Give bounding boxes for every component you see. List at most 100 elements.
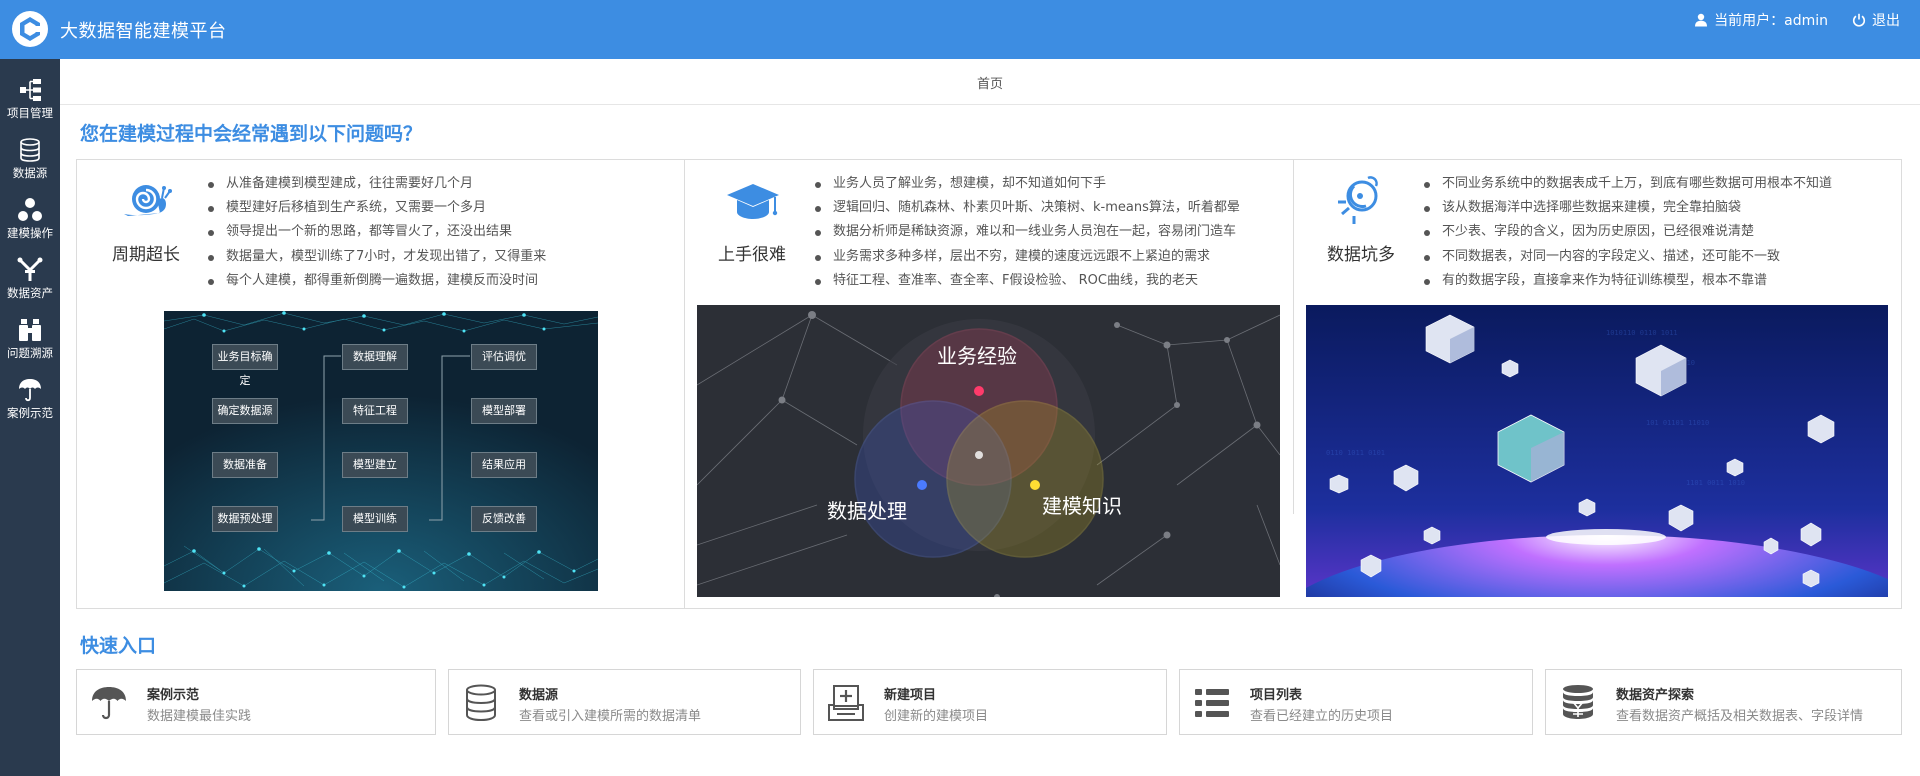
sidebar-item-label: 数据源 bbox=[12, 166, 48, 180]
problems-title: 您在建模过程中会经常遇到以下问题吗？ bbox=[80, 123, 423, 145]
quick-card-desc: 查看或引入建模所需的数据清单 bbox=[519, 709, 702, 724]
svg-text:101 01101 11010: 101 01101 11010 bbox=[1646, 419, 1709, 427]
flow-step: 数据理解 bbox=[342, 344, 408, 370]
venn-label: 业务经验 bbox=[937, 344, 1017, 368]
main-content: 首页 您在建模过程中会经常遇到以下问题吗？ 周期超长 从准备建模到模型建成，往往… bbox=[60, 59, 1920, 776]
quick-entry-title: 快速入口 bbox=[80, 635, 157, 657]
list-item: 逻辑回归、随机森林、朴素贝叶斯、决策树、k-means算法，听着都晕 bbox=[815, 196, 1240, 220]
power-icon bbox=[1852, 13, 1866, 27]
binoculars-icon bbox=[19, 319, 41, 341]
quick-card-title: 案例示范 bbox=[147, 688, 200, 703]
problems-panel: 周期超长 从准备建模到模型建成，往往需要好几个月 模型建好后移植到生产系统，又需… bbox=[76, 159, 1902, 609]
flow-step: 模型训练 bbox=[342, 506, 408, 532]
data-cubes-illustration: 1010110 0110 1011 0101 1101 0010 101 011… bbox=[1306, 305, 1888, 597]
list-item: 每个人建模，都得重新倒腾一遍数据，建模反而没时间 bbox=[208, 269, 546, 293]
problem-column-cycle: 周期超长 从准备建模到模型建成，往往需要好几个月 模型建好后移植到生产系统，又需… bbox=[77, 160, 684, 608]
quick-card-desc: 查看数据资产概括及相关数据表、字段详情 bbox=[1616, 709, 1864, 724]
venn-diagram-image: 业务经验 数据处理 建模知识 bbox=[697, 305, 1280, 597]
flow-step: 结果应用 bbox=[471, 452, 537, 478]
sidebar-item-datasource[interactable]: 数据源 bbox=[0, 131, 60, 187]
new-project-icon bbox=[828, 685, 864, 721]
svg-text:0110 1011 0101: 0110 1011 0101 bbox=[1326, 449, 1385, 457]
sidebar-item-label: 案例示范 bbox=[7, 406, 53, 420]
flow-step: 模型部署 bbox=[471, 398, 537, 424]
sidebar-item-label: 问题溯源 bbox=[7, 346, 53, 360]
sidebar-item-label: 建模操作 bbox=[7, 226, 53, 240]
logo-icon bbox=[12, 11, 48, 47]
list-item: 不同数据表，对同一内容的字段定义、描述，还可能不一致 bbox=[1424, 245, 1832, 269]
list-item: 领导提出一个新的思路，都等冒火了，还没出结果 bbox=[208, 220, 546, 244]
satellite-dish-icon bbox=[1338, 176, 1378, 224]
snail-icon bbox=[124, 185, 172, 216]
problem-name: 上手很难 bbox=[718, 245, 786, 265]
venn-label: 建模知识 bbox=[1042, 494, 1122, 518]
current-user-label: 当前用户：admin bbox=[1714, 13, 1828, 29]
quick-card-title: 新建项目 bbox=[884, 688, 937, 703]
sidebar-item-label: 数据资产 bbox=[7, 286, 53, 300]
list-item: 业务人员了解业务，想建模，却不知道如何下手 bbox=[815, 172, 1240, 196]
top-header: 大数据智能建模平台 当前用户：admin 退出 bbox=[0, 0, 1920, 59]
problem-bullets: 业务人员了解业务，想建模，却不知道如何下手 逻辑回归、随机森林、朴素贝叶斯、决策… bbox=[815, 172, 1240, 293]
quick-card-title: 项目列表 bbox=[1250, 688, 1303, 703]
quick-card-desc: 创建新的建模项目 bbox=[884, 709, 989, 724]
user-icon bbox=[1695, 13, 1708, 27]
list-item: 从准备建模到模型建成，往往需要好几个月 bbox=[208, 172, 546, 196]
flow-step: 确定数据源 bbox=[212, 398, 278, 424]
umbrella-icon bbox=[19, 379, 41, 402]
list-item: 数据量大，模型训练了7小时，才发现出错了，又得重来 bbox=[208, 245, 546, 269]
problem-column-difficulty: 上手很难 业务人员了解业务，想建模，却不知道如何下手 逻辑回归、随机森林、朴素贝… bbox=[685, 160, 1293, 608]
quick-card-asset-explore[interactable]: 数据资产探索 查看数据资产概括及相关数据表、字段详情 bbox=[1545, 669, 1902, 735]
quick-card-datasource[interactable]: 数据源 查看或引入建模所需的数据清单 bbox=[448, 669, 801, 735]
sidebar-item-label: 项目管理 bbox=[7, 106, 53, 120]
list-item: 该从数据海洋中选择哪些数据来建模，完全靠拍脑袋 bbox=[1424, 196, 1832, 220]
quick-card-new-project[interactable]: 新建项目 创建新的建模项目 bbox=[813, 669, 1167, 735]
problem-bullets: 不同业务系统中的数据表成千上万，到底有哪些数据可用根本不知道 该从数据海洋中选择… bbox=[1424, 172, 1832, 293]
list-item: 模型建好后移植到生产系统，又需要一个多月 bbox=[208, 196, 546, 220]
quick-card-project-list[interactable]: 项目列表 查看已经建立的历史项目 bbox=[1179, 669, 1533, 735]
flow-step: 数据预处理 bbox=[212, 506, 278, 532]
problem-name: 周期超长 bbox=[112, 245, 180, 265]
modeling-nodes-icon bbox=[18, 198, 42, 221]
data-cubes-image: 1010110 0110 1011 0101 1101 0010 101 011… bbox=[1306, 305, 1888, 597]
sidebar-item-case[interactable]: 案例示范 bbox=[0, 371, 60, 427]
list-item: 有的数据字段，直接拿来作为特征训练模型，根本不靠谱 bbox=[1424, 269, 1832, 293]
list-item: 业务需求多种多样，层出不穷，建模的速度远远跟不上紧迫的需求 bbox=[815, 245, 1240, 269]
logout-label: 退出 bbox=[1872, 13, 1900, 29]
sidebar: 项目管理 数据源 建模操作 数据资产 问题溯源 案例示范 bbox=[0, 59, 60, 776]
app-title: 大数据智能建模平台 bbox=[60, 21, 227, 42]
project-tree-icon bbox=[20, 79, 41, 101]
flow-step: 特征工程 bbox=[342, 398, 408, 424]
list-item: 不少表、字段的含义，因为历史原因，已经很难说清楚 bbox=[1424, 220, 1832, 244]
logout-button[interactable]: 退出 bbox=[1852, 10, 1900, 30]
sidebar-item-modeling[interactable]: 建模操作 bbox=[0, 191, 60, 247]
svg-text:1010110 0110 1011: 1010110 0110 1011 bbox=[1606, 329, 1678, 337]
sidebar-item-asset[interactable]: 数据资产 bbox=[0, 251, 60, 307]
list-item: 不同业务系统中的数据表成千上万，到底有哪些数据可用根本不知道 bbox=[1424, 172, 1832, 196]
sidebar-item-project[interactable]: 项目管理 bbox=[0, 71, 60, 127]
data-asset-icon bbox=[17, 257, 43, 281]
quick-card-desc: 查看已经建立的历史项目 bbox=[1250, 709, 1394, 724]
flow-step: 数据准备 bbox=[212, 452, 278, 478]
quick-card-desc: 数据建模最佳实践 bbox=[147, 709, 252, 724]
quick-card-case[interactable]: 案例示范 数据建模最佳实践 bbox=[76, 669, 436, 735]
flow-step: 反馈改善 bbox=[471, 506, 537, 532]
breadcrumb-bar: 首页 bbox=[60, 59, 1920, 105]
umbrella-icon bbox=[92, 687, 126, 720]
sidebar-item-trace[interactable]: 问题溯源 bbox=[0, 311, 60, 367]
modeling-flow-image: 业务目标确定 确定数据源 数据准备 数据预处理 数据理解 特征工程 模型建立 模… bbox=[164, 311, 598, 591]
svg-text:1101 0011 1010: 1101 0011 1010 bbox=[1686, 479, 1745, 487]
quick-card-title: 数据源 bbox=[519, 688, 559, 703]
current-user[interactable]: 当前用户：admin bbox=[1694, 10, 1828, 30]
problem-bullets: 从准备建模到模型建成，往往需要好几个月 模型建好后移植到生产系统，又需要一个多月… bbox=[208, 172, 546, 293]
flow-step: 评估调优 bbox=[471, 344, 537, 370]
flow-step: 业务目标确定 bbox=[212, 344, 278, 387]
problem-column-data: 数据坑多 不同业务系统中的数据表成千上万，到底有哪些数据可用根本不知道 该从数据… bbox=[1294, 160, 1902, 608]
yuan-coins-icon bbox=[1563, 685, 1593, 719]
graduation-cap-icon bbox=[727, 184, 779, 219]
flow-step: 模型建立 bbox=[342, 452, 408, 478]
breadcrumb[interactable]: 首页 bbox=[60, 73, 1920, 92]
database-icon bbox=[20, 138, 40, 162]
quick-card-title: 数据资产探索 bbox=[1616, 688, 1695, 703]
list-icon bbox=[1195, 689, 1229, 717]
database-icon bbox=[466, 684, 496, 722]
